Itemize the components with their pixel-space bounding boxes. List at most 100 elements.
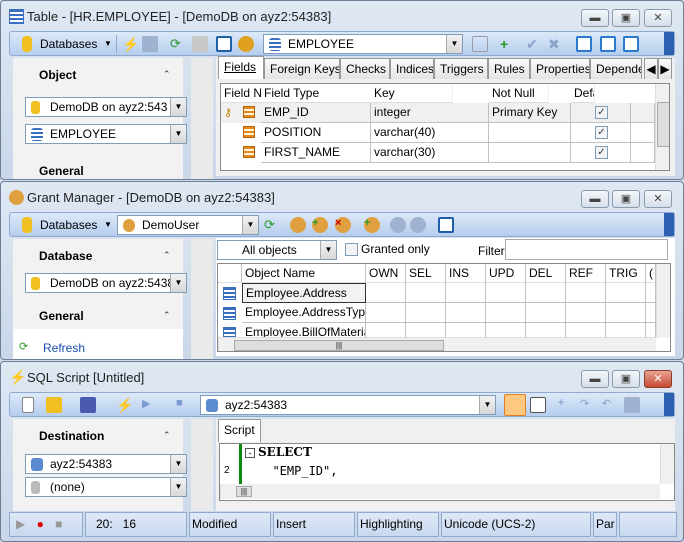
maximize-button[interactable]: ▣ [612,9,640,27]
grant-cell[interactable] [526,283,566,303]
dropdown-arrow-icon[interactable]: ▼ [446,35,462,53]
export-icon[interactable] [576,36,592,52]
tab-indices[interactable]: Indices [390,58,434,79]
grant-cell[interactable] [366,283,406,303]
tab-checks[interactable]: Checks [340,58,390,79]
objects-filter-combo[interactable]: All objects ▼ [217,240,337,260]
close-button[interactable]: ✕ [644,190,672,208]
commit-icon[interactable]: ✔ [526,36,542,52]
tab-properties[interactable]: Properties [530,58,590,79]
field-name[interactable]: EMP_ID [261,103,371,123]
grant-cell[interactable] [606,303,646,323]
vertical-scrollbar[interactable] [655,84,669,170]
collapse-icon[interactable]: ⌃ [163,430,171,441]
section-header-general[interactable]: General [39,309,84,323]
grant-cell[interactable] [566,303,606,323]
minimize-button[interactable]: ▬ [581,9,609,27]
database-combo[interactable]: DemoDB on ayz2:5438 ▼ [25,273,187,293]
panel-splitter[interactable] [191,419,213,511]
grant-cell[interactable] [406,283,446,303]
toolbar-overflow[interactable] [664,393,674,416]
grant-cell[interactable] [566,283,606,303]
object-combo[interactable]: EMPLOYEE ▼ [25,124,187,144]
undo-icon[interactable]: ↶ [602,397,618,413]
refresh-link[interactable]: Refresh [43,341,85,355]
dropdown-arrow-icon[interactable]: ▼ [104,39,112,48]
refresh-icon[interactable]: ⟳ [264,217,280,233]
section-header-destination[interactable]: Destination [39,429,104,443]
edit-icon[interactable] [530,397,546,413]
tools-icon[interactable] [238,36,254,52]
field-name[interactable]: POSITION [261,123,371,143]
field-key[interactable] [489,143,571,163]
add-user-icon[interactable]: + [312,217,328,233]
tab-foreign-keys[interactable]: Foreign Keys [264,58,340,79]
section-header-general[interactable]: General [39,164,84,178]
add-field-icon[interactable]: + [500,36,516,52]
tab-triggers[interactable]: Triggers [434,58,488,79]
grant-cell[interactable] [406,303,446,323]
open-folder-icon[interactable] [46,397,62,413]
server-combo[interactable]: ayz2:54383 ▼ [25,454,187,474]
close-button[interactable]: ✕ [644,9,672,27]
field-type[interactable]: varchar(30) [371,143,489,163]
field-key[interactable] [489,123,571,143]
field-type[interactable]: integer [371,103,489,123]
database-combo[interactable]: (none) ▼ [25,477,187,497]
field-key[interactable]: Primary Key [489,103,571,123]
grant-cell[interactable] [526,303,566,323]
field-type[interactable]: varchar(40) [371,123,489,143]
column-header[interactable]: Defa [571,84,595,103]
section-header-object[interactable]: Object [39,68,76,82]
stop-icon[interactable]: ■ [55,517,62,531]
section-header-database[interactable]: Database [39,249,92,263]
column-header[interactable]: TRIG [606,264,646,283]
toolbar-overflow[interactable] [664,213,674,236]
tab-scroll-left[interactable]: ◀ [644,58,658,79]
server-selector[interactable]: ayz2:54383 ▼ [200,395,496,415]
not-null-checkbox[interactable]: ✓ [595,126,608,139]
refresh-icon[interactable]: ⟳ [170,36,186,52]
dependencies-icon[interactable] [472,36,488,52]
default-cell[interactable] [631,143,655,163]
refresh-icon[interactable]: ⟳ [19,340,28,353]
save-icon[interactable] [80,397,96,413]
dropdown-arrow-icon[interactable]: ▼ [104,220,112,229]
tab-rules[interactable]: Rules [488,58,530,79]
default-cell[interactable] [631,103,655,123]
tab-scroll-right[interactable]: ▶ [658,58,672,79]
add-icon[interactable]: + [558,397,574,413]
table-row[interactable]: Employee.Address [218,283,656,303]
table-row[interactable]: FIRST_NAME varchar(30) ✓ [221,143,655,163]
column-header[interactable]: Not Null [489,84,549,103]
horizontal-scrollbar[interactable]: ||| [218,337,656,351]
vertical-scrollbar[interactable] [660,444,674,484]
run-icon[interactable]: ▶ [142,397,158,413]
column-header[interactable]: SEL [406,264,446,283]
column-header[interactable]: Field Type [261,84,379,103]
horizontal-scrollbar[interactable]: ||| [220,484,660,499]
column-header[interactable]: DEL [526,264,566,283]
column-header[interactable]: INS [446,264,486,283]
grant-cell[interactable] [486,303,526,323]
minimize-button[interactable]: ▬ [581,190,609,208]
minimize-button[interactable]: ▬ [581,370,609,388]
open-window-icon[interactable] [216,36,232,52]
object-name[interactable]: Employee.AddressType [242,303,366,323]
object-name[interactable]: Employee.Address [242,283,366,303]
open-window-icon[interactable] [438,217,454,233]
grant-cell[interactable] [606,283,646,303]
databases-menu[interactable]: Databases [40,218,97,232]
resize-grip[interactable] [619,512,677,537]
grant-cell[interactable] [446,303,486,323]
redo-icon[interactable]: ↷ [580,397,596,413]
tab-script[interactable]: Script [218,419,261,442]
maximize-button[interactable]: ▣ [612,190,640,208]
grant-cell[interactable] [366,303,406,323]
new-file-icon[interactable] [22,397,34,413]
copy-icon[interactable] [624,397,640,413]
column-header[interactable]: REF [566,264,606,283]
database-combo[interactable]: DemoDB on ayz2:543 ▼ [25,97,187,117]
stop-icon[interactable]: ■ [176,397,192,413]
object-selector[interactable]: EMPLOYEE ▼ [263,34,463,54]
